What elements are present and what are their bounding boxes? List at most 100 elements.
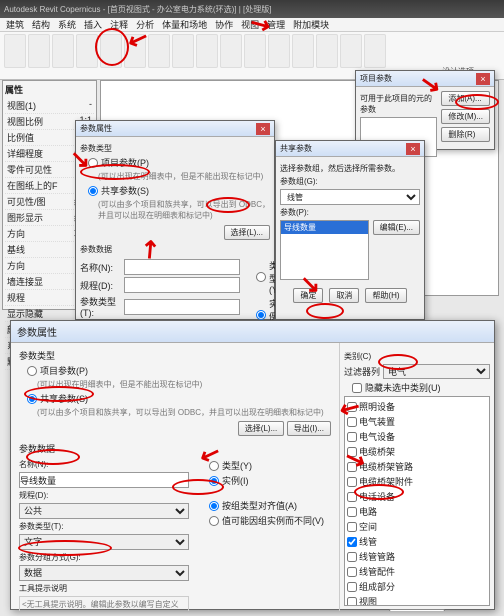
select-button[interactable]: 选择(L)...	[224, 225, 270, 240]
ribbon-button[interactable]	[316, 34, 338, 68]
ok-button[interactable]: 确定	[293, 288, 323, 303]
category-item[interactable]: 电缆桥架管路	[347, 459, 487, 474]
dialog-title: 参数属性	[76, 121, 274, 137]
menu-item[interactable]: 协作	[215, 18, 233, 31]
menubar: 建筑结构系统插入注释分析体量和场地协作视图管理附加模块	[0, 18, 504, 32]
ribbon-button[interactable]	[52, 34, 74, 68]
field-label: 规程(D):	[19, 490, 189, 501]
radio-label: 项目参数(P)	[40, 364, 88, 377]
menu-item[interactable]: 系统	[58, 18, 76, 31]
tooltip-hint: <无工具提示说明。编辑此参数以编写自定义工具提示。自定义工具提示限为 250..…	[19, 596, 189, 611]
ribbon-button[interactable]	[268, 34, 290, 68]
ribbon-button[interactable]	[28, 34, 50, 68]
ribbon-button[interactable]	[148, 34, 170, 68]
radio-label: 类型(Y)	[222, 459, 252, 472]
category-item[interactable]: 电话设备	[347, 489, 487, 504]
ribbon-button[interactable]	[340, 34, 362, 68]
close-icon[interactable]: ×	[406, 143, 420, 155]
ribbon-button[interactable]	[196, 34, 218, 68]
radio-label: 实例(I)	[222, 474, 249, 487]
category-item[interactable]: 线管	[347, 534, 487, 549]
section-label: 参数类型	[19, 349, 331, 362]
menu-item[interactable]: 分析	[136, 18, 154, 31]
ribbon-button[interactable]	[76, 34, 98, 68]
menu-item[interactable]: 结构	[32, 18, 50, 31]
category-item[interactable]: 组成部分	[347, 579, 487, 594]
ribbon-button[interactable]	[124, 34, 146, 68]
add-button[interactable]: 添加(A)...	[441, 91, 490, 106]
filter-select[interactable]: 电气	[383, 364, 490, 379]
field-label: 参数类型(T):	[80, 295, 120, 318]
shared-param-radio[interactable]: 共享参数(S)	[88, 184, 270, 197]
property-row[interactable]: 视图(1)-	[5, 98, 94, 114]
field-label: 参数分组方式(G):	[19, 552, 189, 563]
type-radio[interactable]: 类型(Y)	[209, 459, 331, 472]
ribbon-button[interactable]	[364, 34, 386, 68]
modify-button[interactable]: 修改(M)...	[441, 109, 490, 124]
export-button[interactable]: 导出(I)...	[287, 421, 331, 436]
param-group-select[interactable]: 线管	[280, 189, 420, 205]
radio-label: 共享参数(S)	[101, 184, 149, 197]
project-param-radio[interactable]: 项目参数(P)	[27, 364, 331, 377]
project-params-dialog: 项目参数 可用于此项目的元的参数 添加(A)... 修改(M)... 删除(R)…	[355, 70, 495, 150]
menu-item[interactable]: 视图	[241, 18, 259, 31]
edit-button[interactable]: 编辑(E)...	[373, 220, 420, 235]
app-titlebar: Autodesk Revit Copernicus - [首页视图式 - 办公室…	[0, 0, 504, 18]
align-check[interactable]: 按组类型对齐值(A)	[209, 499, 331, 512]
section-label: 参数数据	[19, 442, 331, 455]
dialog-title: 参数属性	[11, 321, 494, 343]
close-icon[interactable]: ×	[476, 73, 490, 85]
ptype-input[interactable]	[124, 299, 240, 315]
ribbon-button[interactable]	[220, 34, 242, 68]
menu-item[interactable]: 管理	[267, 18, 285, 31]
ptype-select[interactable]: 文字	[19, 534, 189, 550]
ribbon-button[interactable]	[100, 34, 122, 68]
category-item[interactable]: 电缆桥架	[347, 444, 487, 459]
ribbon-button[interactable]	[172, 34, 194, 68]
cancel-button[interactable]: 取消	[329, 288, 359, 303]
category-item[interactable]: 电气装置	[347, 414, 487, 429]
menu-item[interactable]: 插入	[84, 18, 102, 31]
select-button[interactable]: 选择(L)...	[238, 421, 284, 436]
param-item[interactable]: 导线数量	[281, 221, 368, 234]
instance-radio[interactable]: 实例(I)	[209, 474, 331, 487]
category-item[interactable]: 线管管路	[347, 549, 487, 564]
ribbon-button[interactable]	[244, 34, 266, 68]
category-item[interactable]: 电缆桥架附件	[347, 474, 487, 489]
shared-params-dialog: 共享参数 选择参数组，然后选择所需参数。 参数组(G): 线管 参数(P): 导…	[275, 140, 425, 320]
field-label: 参数类型(T):	[19, 521, 189, 532]
discipline-input[interactable]	[124, 277, 240, 293]
group-select[interactable]: 数据	[19, 565, 189, 581]
hint: 选择参数组，然后选择所需参数。	[280, 163, 420, 174]
vary-check[interactable]: 值可能因组实例而不同(V)	[209, 514, 331, 527]
shared-param-radio[interactable]: 共享参数(S)	[27, 392, 331, 405]
name-input[interactable]	[124, 259, 240, 275]
category-item[interactable]: 线管配件	[347, 564, 487, 579]
panel-title: 属性	[5, 83, 94, 96]
close-icon[interactable]: ×	[256, 123, 270, 135]
dialog-title: 共享参数	[276, 141, 424, 157]
category-item[interactable]: 电气设备	[347, 429, 487, 444]
section-label: 参数数据	[80, 244, 270, 255]
category-item[interactable]: 空间	[347, 519, 487, 534]
section-label: 参数类型	[80, 143, 270, 154]
menu-item[interactable]: 体量和场地	[162, 18, 207, 31]
menu-item[interactable]: 附加模块	[293, 18, 329, 31]
field-label: 名称(N):	[80, 261, 120, 274]
field-label: 过滤器列	[344, 365, 380, 378]
project-param-radio[interactable]: 项目参数(P)	[88, 156, 270, 169]
hide-unchecked[interactable]: 隐藏未选中类别(U)	[352, 381, 490, 394]
discipline-select[interactable]: 公共	[19, 503, 189, 519]
category-item[interactable]: 视图	[347, 594, 487, 606]
delete-button[interactable]: 删除(R)	[441, 127, 490, 142]
ribbon-button[interactable]	[4, 34, 26, 68]
menu-item[interactable]: 建筑	[6, 18, 24, 31]
help-button[interactable]: 帮助(H)	[365, 288, 406, 303]
name-input[interactable]	[19, 472, 189, 488]
select-all-button[interactable]: 选择全部(A)	[389, 609, 446, 611]
ribbon-button[interactable]	[292, 34, 314, 68]
category-item[interactable]: 照明设备	[347, 399, 487, 414]
menu-item[interactable]: 注释	[110, 18, 128, 31]
category-item[interactable]: 电路	[347, 504, 487, 519]
category-list[interactable]: 照明设备电气装置电气设备电缆桥架电缆桥架管路电缆桥架附件电话设备电路空间线管线管…	[344, 396, 490, 606]
